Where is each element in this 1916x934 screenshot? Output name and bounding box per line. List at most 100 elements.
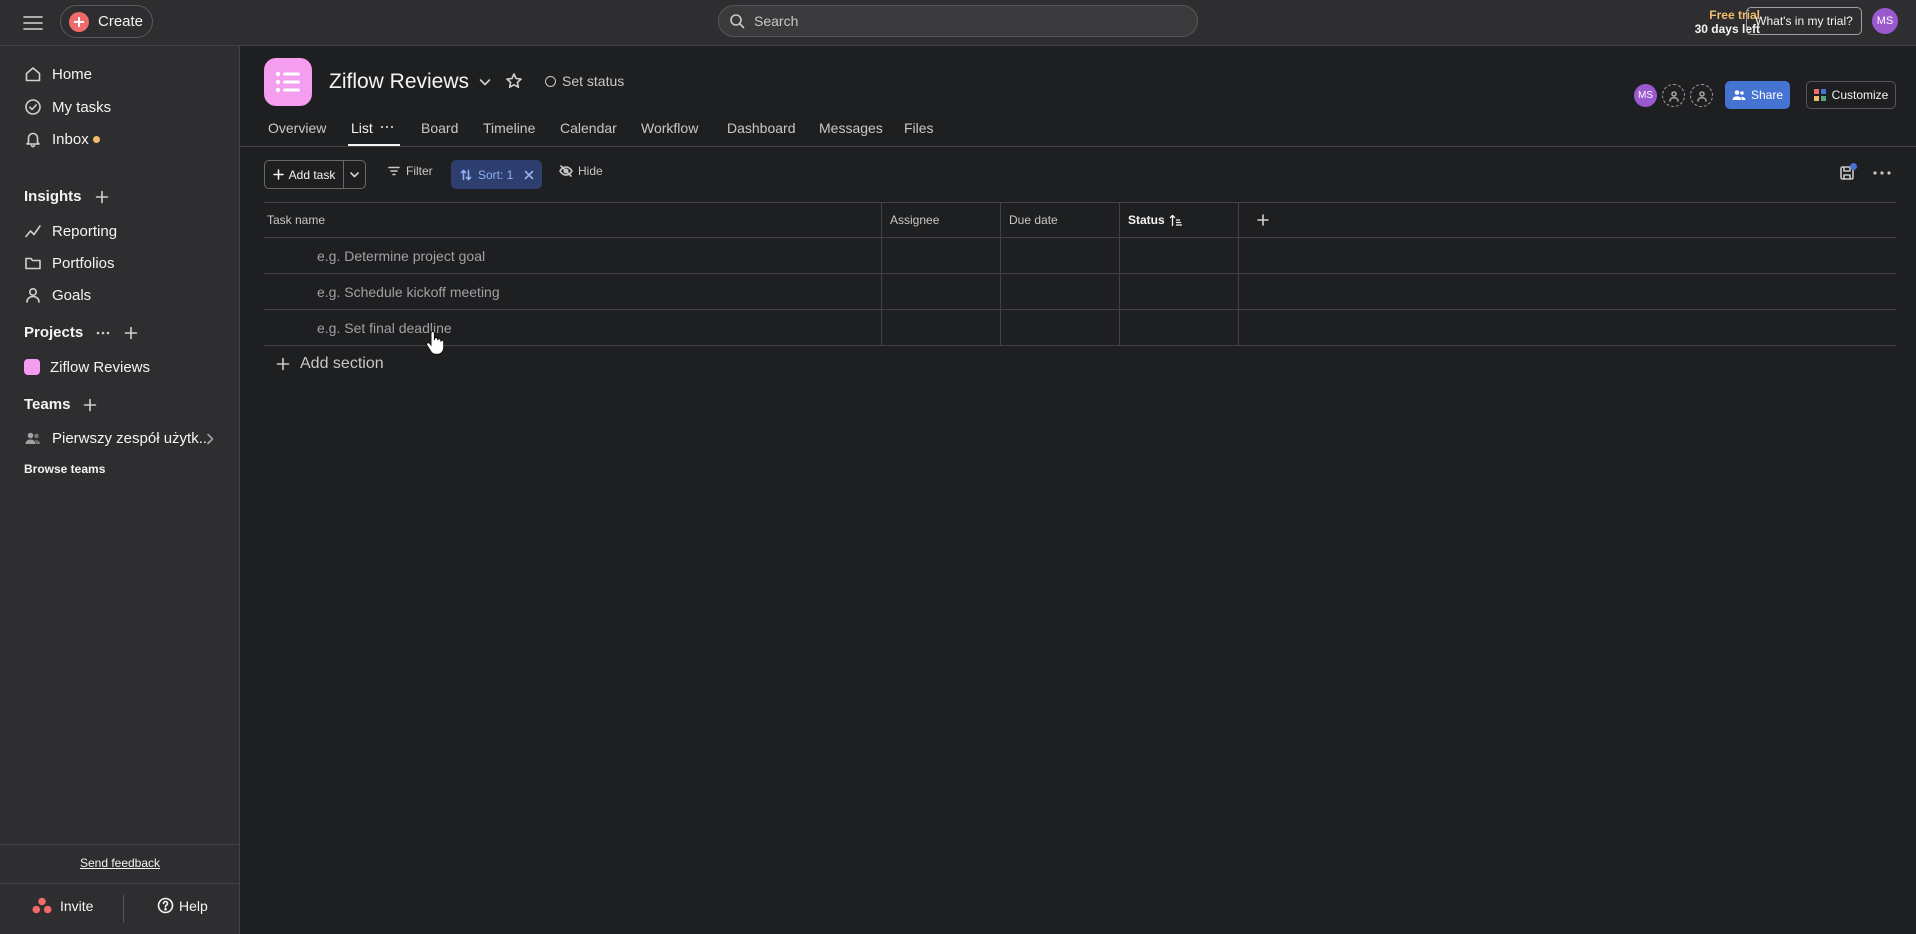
filter-button[interactable]: Filter — [388, 164, 433, 178]
invite-button[interactable]: Invite — [32, 897, 93, 915]
status-circle-icon — [545, 75, 556, 87]
project-list-icon[interactable] — [264, 58, 312, 106]
footer-divider — [0, 883, 240, 884]
due-date-cell[interactable] — [1000, 274, 1119, 309]
add-member-placeholder-icon[interactable] — [1662, 84, 1685, 107]
tab-files[interactable]: Files — [904, 120, 934, 136]
set-status-button[interactable]: Set status — [545, 73, 624, 89]
table-row[interactable]: e.g. Determine project goal — [264, 238, 1896, 274]
customize-button[interactable]: Customize — [1806, 81, 1896, 109]
send-feedback-link[interactable]: Send feedback — [0, 856, 240, 870]
sidebar-item-inbox[interactable]: Inbox — [10, 124, 230, 154]
table-row[interactable]: e.g. Set final deadline — [264, 310, 1896, 346]
due-date-cell[interactable] — [1000, 310, 1119, 345]
sidebar-item-home[interactable]: Home — [10, 59, 230, 89]
footer-vertical-divider — [123, 895, 124, 923]
status-cell[interactable] — [1119, 274, 1238, 309]
column-header-assignee[interactable]: Assignee — [881, 203, 1000, 237]
sidebar-item-label: Reporting — [52, 222, 118, 240]
tab-timeline[interactable]: Timeline — [483, 120, 535, 136]
check-circle-icon — [24, 98, 42, 116]
projects-heading-label: Projects — [24, 324, 84, 341]
help-label: Help — [179, 897, 208, 914]
project-title[interactable]: Ziflow Reviews — [329, 70, 469, 94]
tab-board[interactable]: Board — [421, 120, 458, 136]
sidebar-item-label: My tasks — [52, 98, 112, 116]
browse-teams-link[interactable]: Browse teams — [24, 462, 105, 476]
assignee-cell[interactable] — [881, 310, 1000, 345]
add-insight-icon[interactable] — [94, 189, 110, 205]
column-header-task-name[interactable]: Task name — [264, 203, 881, 237]
top-bar: Create Free trial 30 days left What's in… — [0, 0, 1916, 46]
add-section-button[interactable]: Add section — [276, 355, 384, 373]
sort-label: Sort: 1 — [478, 167, 514, 182]
add-task-button[interactable]: Add task — [264, 160, 344, 189]
invite-label: Invite — [60, 898, 94, 914]
people-icon — [1732, 89, 1746, 101]
sidebar-item-reporting[interactable]: Reporting — [10, 216, 230, 246]
due-date-cell[interactable] — [1000, 238, 1119, 273]
status-cell[interactable] — [1119, 238, 1238, 273]
chevron-right-icon[interactable] — [202, 431, 218, 447]
column-header-due-date[interactable]: Due date — [1000, 203, 1119, 237]
share-button[interactable]: Share — [1725, 81, 1790, 109]
star-icon[interactable] — [505, 72, 523, 90]
add-section-label: Add section — [300, 355, 384, 372]
hamburger-menu-icon[interactable] — [20, 10, 46, 36]
search-input[interactable] — [754, 13, 1174, 29]
hide-button[interactable]: Hide — [559, 164, 603, 178]
help-button[interactable]: Help — [157, 897, 208, 914]
sidebar-item-label: Pierwszy zespół użytk... — [52, 429, 212, 447]
add-column-icon[interactable] — [1255, 212, 1271, 228]
add-project-icon[interactable] — [123, 325, 139, 341]
teams-heading: Teams — [24, 396, 98, 413]
add-member-placeholder-icon[interactable] — [1690, 84, 1713, 107]
tab-list[interactable]: List — [351, 120, 373, 136]
user-avatar[interactable]: MS — [1872, 8, 1898, 34]
create-button[interactable]: Create — [60, 5, 153, 38]
add-task-label: Add task — [288, 167, 336, 182]
add-team-icon[interactable] — [82, 397, 98, 413]
insights-heading: Insights — [24, 188, 110, 205]
task-name-cell[interactable]: e.g. Determine project goal — [264, 238, 881, 273]
set-status-label: Set status — [562, 73, 625, 89]
chevron-down-icon — [349, 169, 360, 180]
sidebar-item-team[interactable]: Pierwszy zespół użytk... — [10, 423, 230, 453]
tab-list-options-icon[interactable] — [380, 117, 394, 133]
close-icon[interactable] — [523, 169, 535, 181]
create-label: Create — [98, 13, 144, 30]
table-row[interactable]: e.g. Schedule kickoff meeting — [264, 274, 1896, 310]
sidebar-footer: Send feedback Invite Help — [0, 844, 240, 934]
tab-workflow[interactable]: Workflow — [641, 120, 698, 136]
status-cell[interactable] — [1119, 310, 1238, 345]
search-bar[interactable] — [718, 5, 1198, 37]
sidebar-item-project-ziflow[interactable]: Ziflow Reviews — [10, 352, 230, 382]
filter-icon — [388, 165, 400, 177]
tab-calendar[interactable]: Calendar — [560, 120, 617, 136]
sidebar-item-goals[interactable]: Goals — [10, 280, 230, 310]
assignee-cell[interactable] — [881, 274, 1000, 309]
search-icon — [729, 13, 745, 29]
team-people-icon — [24, 429, 42, 447]
trial-info: Free trial 30 days left — [1640, 8, 1760, 36]
add-task-dropdown-button[interactable] — [344, 160, 366, 189]
column-header-status[interactable]: Status — [1119, 203, 1238, 237]
task-name-cell[interactable]: e.g. Schedule kickoff meeting — [264, 274, 881, 309]
task-name-cell[interactable]: e.g. Set final deadline — [264, 310, 881, 345]
chevron-down-icon[interactable] — [476, 73, 494, 91]
project-color-square — [24, 359, 40, 375]
sidebar-item-my-tasks[interactable]: My tasks — [10, 92, 230, 122]
tab-overview[interactable]: Overview — [268, 120, 326, 136]
chart-line-icon — [24, 222, 42, 240]
sidebar-item-portfolios[interactable]: Portfolios — [10, 248, 230, 278]
assignee-cell[interactable] — [881, 238, 1000, 273]
share-label: Share — [1750, 88, 1784, 102]
tab-messages[interactable]: Messages — [819, 120, 883, 136]
member-avatar[interactable]: MS — [1634, 84, 1657, 107]
more-options-icon[interactable] — [1870, 164, 1894, 182]
sort-chip[interactable]: Sort: 1 — [451, 160, 542, 189]
insights-heading-label: Insights — [24, 188, 82, 205]
more-options-icon[interactable] — [95, 325, 111, 341]
tab-dashboard[interactable]: Dashboard — [727, 120, 796, 136]
whats-in-my-trial-button[interactable]: What's in my trial? — [1746, 7, 1862, 35]
